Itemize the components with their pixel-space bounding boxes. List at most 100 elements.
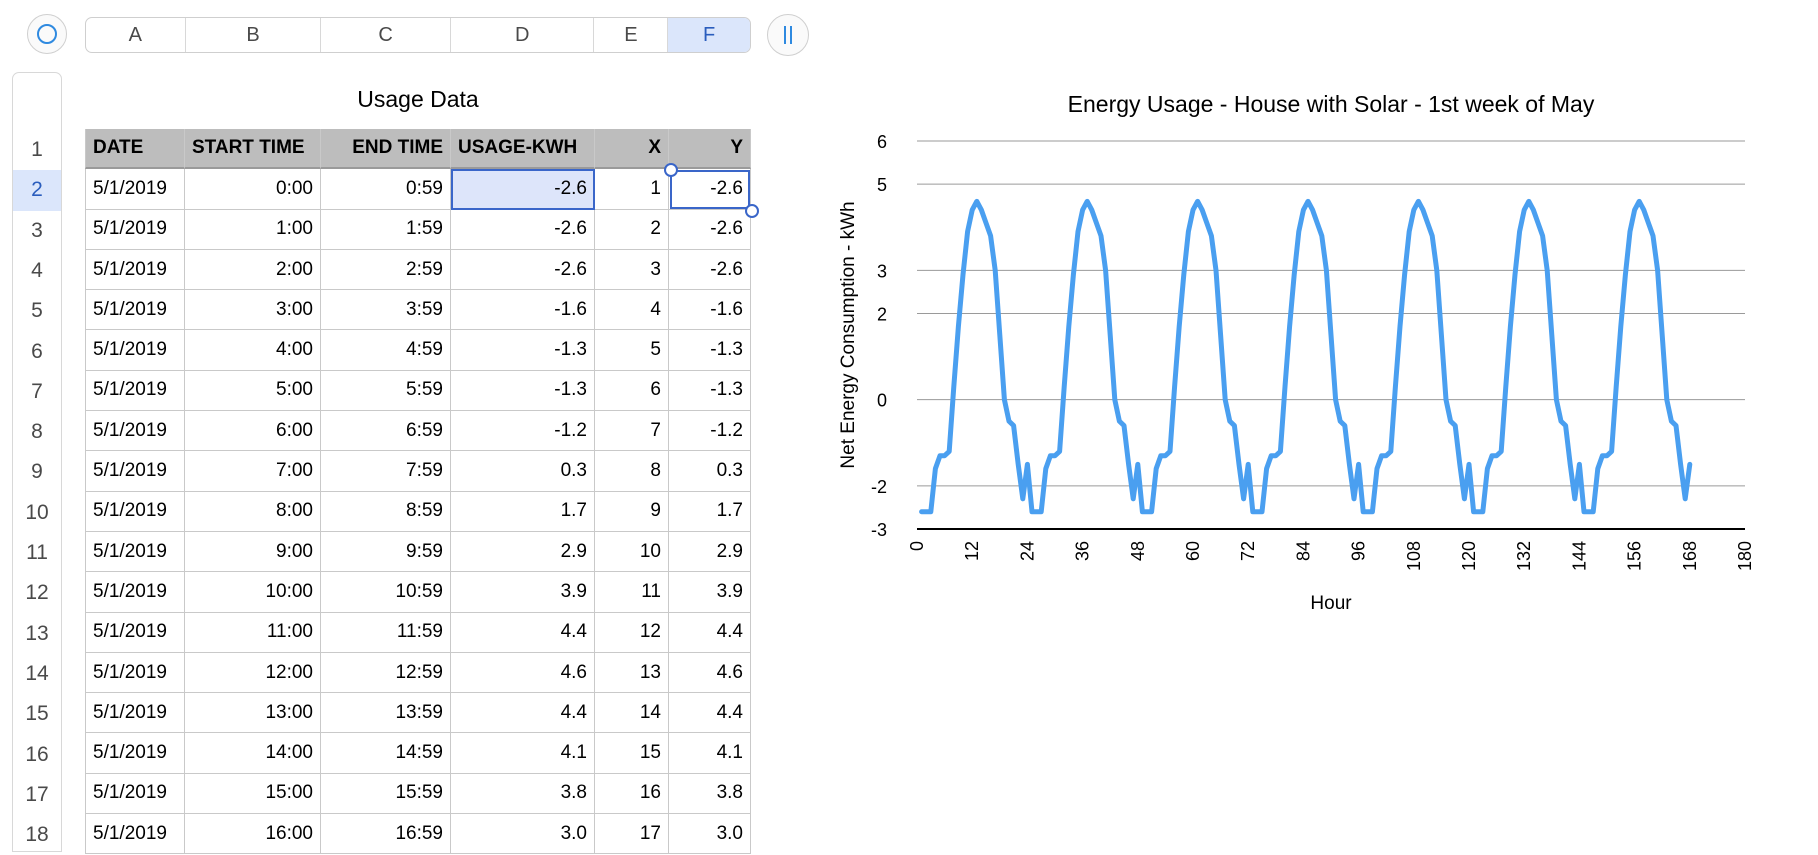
table-cell[interactable]: 12:00 [185, 652, 321, 694]
table-cell[interactable]: 10:59 [321, 572, 451, 613]
freeze-columns-button[interactable] [767, 14, 809, 56]
table-cell[interactable]: 1:59 [321, 209, 451, 250]
table-cell[interactable]: 5:00 [185, 370, 321, 412]
table-cell[interactable]: 7:00 [185, 451, 321, 492]
table-cell[interactable]: 5/1/2019 [85, 169, 185, 210]
table-cell[interactable]: 5/1/2019 [85, 531, 185, 573]
table-cell[interactable]: 10:00 [185, 572, 321, 613]
table-cell[interactable]: 3.8 [451, 773, 595, 815]
table-cell[interactable]: 5/1/2019 [85, 733, 185, 774]
table-cell[interactable]: 11:00 [185, 612, 321, 653]
row-header-5[interactable]: 5 [13, 291, 61, 331]
row-header-15[interactable]: 15 [13, 694, 61, 734]
table-cell[interactable]: 12:59 [321, 652, 451, 694]
table-cell[interactable]: 4:59 [321, 330, 451, 371]
table-cell[interactable]: 5/1/2019 [85, 370, 185, 412]
table-cell[interactable]: 4:00 [185, 330, 321, 371]
table-cell[interactable]: 5/1/2019 [85, 693, 185, 734]
table-cell[interactable]: 16:59 [321, 814, 451, 855]
row-header-2[interactable]: 2 [13, 170, 61, 211]
table-cell[interactable]: 3.8 [669, 773, 751, 815]
table-cell[interactable]: 2.9 [451, 531, 595, 573]
table-cell[interactable]: 1:00 [185, 209, 321, 250]
table-cell[interactable]: 0.3 [669, 451, 751, 492]
table-cell[interactable]: -2.6 [451, 249, 595, 291]
table-cell[interactable]: 0.3 [451, 451, 595, 492]
table-cell[interactable]: -1.6 [669, 290, 751, 331]
table-cell[interactable]: 11 [595, 572, 669, 613]
row-header-17[interactable]: 17 [13, 775, 61, 815]
table-cell[interactable]: 3.0 [669, 814, 751, 855]
row-header-6[interactable]: 6 [13, 332, 61, 372]
row-header-7[interactable]: 7 [13, 372, 61, 412]
table-cell[interactable]: 5/1/2019 [85, 451, 185, 492]
table-cell[interactable]: 3.9 [451, 572, 595, 613]
energy-usage-chart[interactable]: Energy Usage - House with Solar - 1st we… [820, 80, 1800, 640]
table-cell[interactable]: 13:00 [185, 693, 321, 734]
table-cell[interactable]: -2.6 [669, 249, 751, 291]
table-cell[interactable]: 5 [595, 330, 669, 371]
table-cell[interactable]: -1.3 [451, 370, 595, 412]
table-cell[interactable]: -1.3 [669, 330, 751, 371]
table-cell[interactable]: 1 [595, 169, 669, 210]
table-cell[interactable]: 4 [595, 290, 669, 331]
table-cell[interactable]: 9 [595, 491, 669, 532]
table-cell[interactable]: 3:59 [321, 290, 451, 331]
table-cell[interactable]: 0:00 [185, 169, 321, 210]
select-all-button[interactable] [27, 14, 67, 54]
table-cell[interactable]: 15:00 [185, 773, 321, 815]
column-header-c[interactable]: C [321, 18, 451, 52]
table-cell[interactable]: 1.7 [451, 491, 595, 532]
table-cell[interactable]: 5/1/2019 [85, 209, 185, 250]
table-cell[interactable]: -1.6 [451, 290, 595, 331]
table-cell[interactable]: 3:00 [185, 290, 321, 331]
table-cell[interactable]: -2.6 [669, 169, 751, 210]
table-cell[interactable]: 5/1/2019 [85, 491, 185, 532]
row-header-13[interactable]: 13 [13, 614, 61, 654]
table-cell[interactable]: 12 [595, 612, 669, 653]
table-cell[interactable]: 5/1/2019 [85, 330, 185, 371]
table-cell[interactable]: 8:00 [185, 491, 321, 532]
column-header-d[interactable]: D [451, 18, 595, 52]
table-cell[interactable]: 5:59 [321, 370, 451, 412]
row-header-4[interactable]: 4 [13, 251, 61, 291]
row-header-14[interactable]: 14 [13, 654, 61, 694]
table-cell[interactable]: 6 [595, 370, 669, 412]
row-header-11[interactable]: 11 [13, 533, 61, 573]
table-cell[interactable]: 4.6 [451, 652, 595, 694]
table-cell[interactable]: 14:59 [321, 733, 451, 774]
column-header-cell[interactable]: DATE [85, 129, 185, 170]
table-cell[interactable]: 5/1/2019 [85, 773, 185, 815]
row-header-10[interactable]: 10 [13, 493, 61, 533]
table-cell[interactable]: 11:59 [321, 612, 451, 653]
column-header-cell[interactable]: START TIME [185, 129, 321, 170]
table-cell[interactable]: 17 [595, 814, 669, 855]
table-cell[interactable]: -1.2 [669, 411, 751, 452]
table-cell[interactable]: 14:00 [185, 733, 321, 774]
table-cell[interactable]: 4.4 [451, 693, 595, 734]
table-cell[interactable]: 6:00 [185, 411, 321, 452]
table-cell[interactable]: 16:00 [185, 814, 321, 855]
table-cell[interactable]: 5/1/2019 [85, 612, 185, 653]
row-header-9[interactable]: 9 [13, 452, 61, 492]
table-cell[interactable]: 15 [595, 733, 669, 774]
table-cell[interactable]: 16 [595, 773, 669, 815]
table-cell[interactable]: 13:59 [321, 693, 451, 734]
table-cell[interactable]: 8:59 [321, 491, 451, 532]
row-header-18[interactable]: 18 [13, 815, 61, 855]
row-header-1[interactable]: 1 [13, 130, 61, 170]
table-cell[interactable]: 6:59 [321, 411, 451, 452]
table-cell[interactable]: 13 [595, 652, 669, 694]
table-cell[interactable]: 4.4 [669, 612, 751, 653]
table-cell[interactable]: -1.3 [669, 370, 751, 412]
table-cell[interactable]: 5/1/2019 [85, 652, 185, 694]
column-header-cell[interactable]: Y [669, 129, 751, 170]
table-cell[interactable]: 15:59 [321, 773, 451, 815]
column-header-cell[interactable]: USAGE-KWH [451, 129, 595, 170]
table-cell[interactable]: 9:59 [321, 531, 451, 573]
column-header-e[interactable]: E [594, 18, 669, 52]
table-cell[interactable]: 3.0 [451, 814, 595, 855]
table-cell[interactable]: 1.7 [669, 491, 751, 532]
table-cell[interactable]: 3 [595, 249, 669, 291]
row-header-3[interactable]: 3 [13, 211, 61, 251]
